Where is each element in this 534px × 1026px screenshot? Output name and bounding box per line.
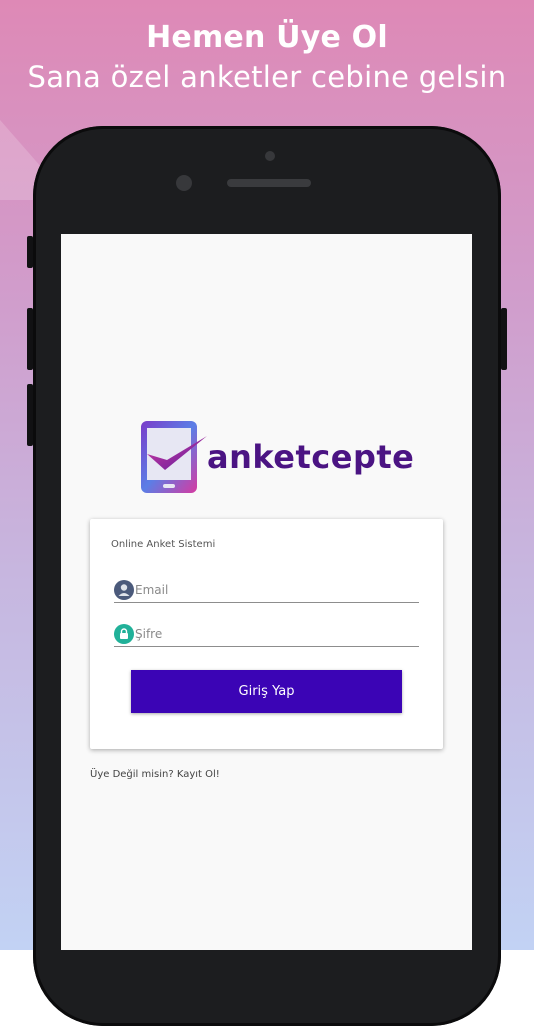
user-icon [114, 580, 134, 600]
lock-icon [114, 624, 134, 644]
phone-front-camera [176, 175, 192, 191]
card-title: Online Anket Sistemi [111, 539, 216, 550]
email-field [114, 576, 419, 603]
promo-subline: Sana özel anketler cebine gelsin [27, 60, 507, 94]
phone-volume-down [27, 384, 33, 446]
app-logo: anketcepte [141, 420, 414, 496]
phone-sensor [265, 151, 275, 161]
app-screen: anketcepte Online Anket Sistemi Giriş Ya [61, 234, 472, 950]
phone-power-button [501, 308, 507, 370]
promo-headline: Hemen Üye Ol [146, 20, 388, 55]
phone-side-button [27, 236, 33, 268]
brand-text: anketcepte [207, 438, 415, 476]
password-field [114, 620, 419, 647]
login-button[interactable]: Giriş Yap [131, 670, 402, 713]
phone-check-logo-icon [141, 421, 207, 493]
phone-speaker [227, 179, 311, 187]
register-link[interactable]: Üye Değil misin? Kayıt Ol! [90, 769, 220, 780]
email-input[interactable] [135, 580, 405, 600]
phone-volume-up [27, 308, 33, 370]
login-card: Online Anket Sistemi Giriş Yap [90, 519, 443, 749]
password-input[interactable] [135, 624, 405, 644]
